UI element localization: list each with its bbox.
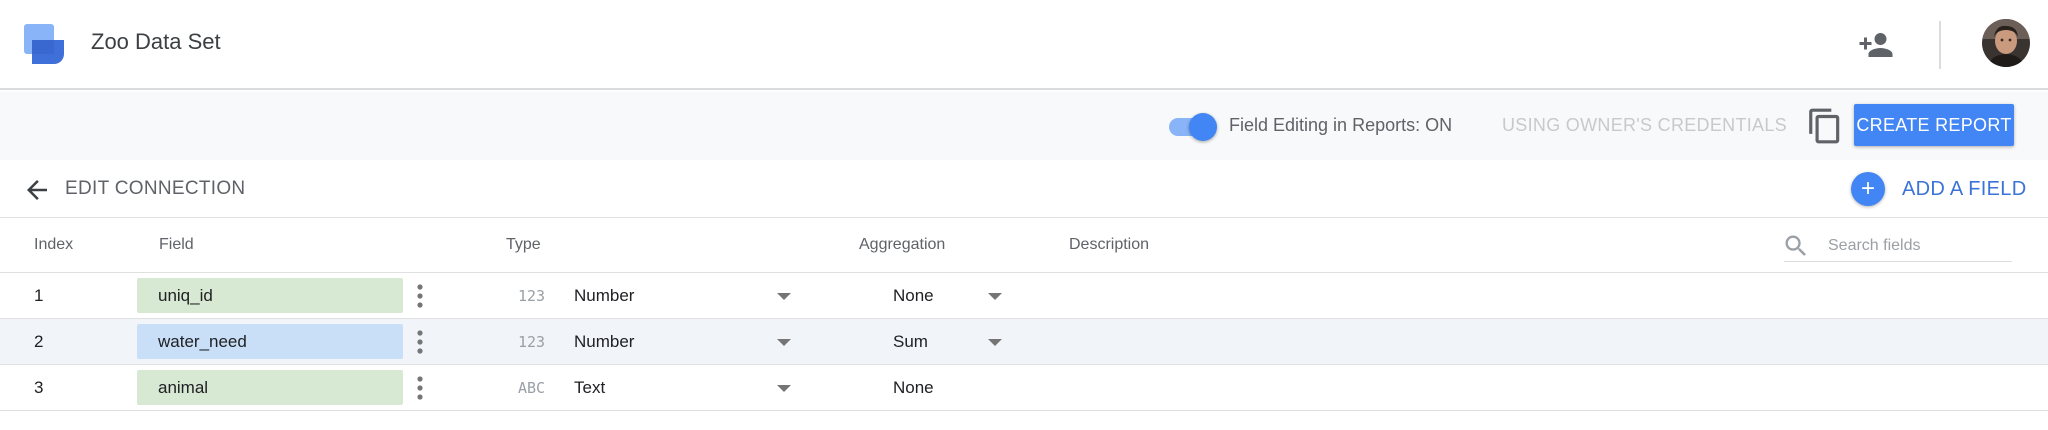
- search-fields-input[interactable]: [1784, 230, 2012, 262]
- app-title: Zoo Data Set: [91, 29, 221, 54]
- more-vert-icon[interactable]: [412, 282, 428, 310]
- table-row: 1 uniq_id 123 Number None: [0, 273, 2048, 319]
- field-name-chip[interactable]: animal: [137, 370, 403, 405]
- table-row: 3 animal ABC Text None: [0, 365, 2048, 411]
- dropdown-arrow-icon: [777, 385, 791, 392]
- credentials-button[interactable]: USING OWNER'S CREDENTIALS: [1502, 115, 1787, 136]
- toggle-knob: [1189, 113, 1217, 141]
- field-name-chip[interactable]: water_need: [137, 324, 403, 359]
- arrow-back-icon[interactable]: [22, 175, 52, 205]
- add-icon: +: [1851, 172, 1885, 206]
- app-bar: Zoo Data Set: [0, 0, 2048, 90]
- column-header-field[interactable]: Field: [159, 236, 194, 254]
- aggregation-value: Sum: [893, 332, 928, 351]
- edit-connection-title: EDIT CONNECTION: [65, 178, 246, 199]
- field-name-chip[interactable]: uniq_id: [137, 278, 403, 313]
- field-editing-label: Field Editing in Reports: ON: [1229, 115, 1453, 135]
- person-add-icon[interactable]: [1858, 27, 1894, 63]
- number-type-icon: 123: [518, 287, 546, 305]
- type-value: Number: [574, 332, 635, 351]
- column-header-type[interactable]: Type: [506, 236, 541, 254]
- field-editing-toggle[interactable]: [1167, 111, 1219, 143]
- dropdown-arrow-icon: [777, 293, 791, 300]
- text-type-icon: ABC: [518, 379, 546, 397]
- aggregation-value: None: [893, 378, 934, 397]
- copy-icon[interactable]: [1806, 107, 1844, 145]
- edit-connection-bar: EDIT CONNECTION + ADD A FIELD: [0, 160, 2048, 218]
- row-index: 1: [34, 286, 44, 305]
- column-header-description: Description: [1069, 236, 1150, 253]
- data-studio-logo-icon: [24, 24, 64, 64]
- type-value: Text: [574, 378, 606, 397]
- add-field-button[interactable]: + ADD A FIELD: [1851, 172, 2026, 206]
- table-row: 2 water_need 123 Number Sum: [0, 319, 2048, 365]
- aggregation-dropdown[interactable]: None: [893, 282, 1013, 310]
- type-value: Number: [574, 286, 635, 305]
- fields-table-header: Index Field Type Aggregation Description: [0, 218, 2048, 273]
- type-dropdown[interactable]: Number: [574, 282, 794, 310]
- number-type-icon: 123: [518, 333, 546, 351]
- add-field-label: ADD A FIELD: [1902, 177, 2027, 200]
- dropdown-arrow-icon: [777, 339, 791, 346]
- more-vert-icon[interactable]: [412, 328, 428, 356]
- search-icon: [1785, 235, 1806, 256]
- app-bar-divider: [1939, 21, 1941, 69]
- row-index: 2: [34, 332, 44, 351]
- type-dropdown[interactable]: Number: [574, 328, 794, 356]
- connection-toolbar: Field Editing in Reports: ON USING OWNER…: [0, 92, 2048, 160]
- user-avatar[interactable]: [1982, 19, 2030, 67]
- column-header-aggregation[interactable]: Aggregation: [859, 236, 945, 254]
- dropdown-arrow-icon: [988, 293, 1002, 300]
- create-report-button[interactable]: CREATE REPORT: [1854, 104, 2014, 146]
- column-header-index[interactable]: Index: [34, 236, 73, 254]
- aggregation-dropdown[interactable]: Sum: [893, 328, 1013, 356]
- aggregation-value: None: [893, 286, 934, 305]
- dropdown-arrow-icon: [988, 339, 1002, 346]
- row-index: 3: [34, 378, 44, 397]
- type-dropdown[interactable]: Text: [574, 374, 794, 402]
- more-vert-icon[interactable]: [412, 374, 428, 402]
